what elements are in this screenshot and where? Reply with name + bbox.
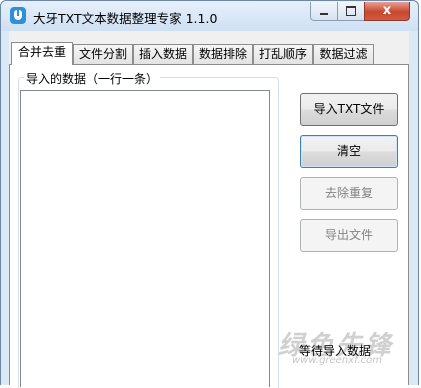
app-tooth-icon [10,7,26,24]
client-area: 合并去重 文件分割 插入数据 数据排除 打乱顺序 数据过滤 导入的数据（一行一条… [9,31,409,388]
import-data-group-label: 导入的数据（一行一条） [24,70,161,87]
app-window: 大牙TXT文本数据整理专家 1.1.0 x 合并去重 文件分割 插入数据 数据排… [0,0,419,388]
import-txt-button[interactable]: 导入TXT文件 [300,93,398,126]
maximize-button[interactable] [337,2,365,21]
tab-strip: 合并去重 文件分割 插入数据 数据排除 打乱顺序 数据过滤 [9,42,409,65]
tab-exclude-data[interactable]: 数据排除 [193,44,253,64]
status-label: 等待导入数据 [299,344,372,358]
tab-data-filter[interactable]: 数据过滤 [313,44,374,64]
imported-data-list[interactable] [20,90,270,387]
tab-merge-dedupe[interactable]: 合并去重 [11,42,73,65]
export-file-button[interactable]: 导出文件 [300,219,398,252]
dedupe-button[interactable]: 去除重复 [300,177,398,210]
close-icon: x [382,3,392,18]
maximize-icon [346,6,356,16]
minimize-button[interactable] [310,2,338,21]
close-button[interactable]: x [364,2,410,21]
tab-shuffle-order[interactable]: 打乱顺序 [253,44,313,64]
window-title: 大牙TXT文本数据整理专家 1.1.0 [33,11,218,26]
title-bar[interactable]: 大牙TXT文本数据整理专家 1.1.0 x [1,1,418,31]
clear-button[interactable]: 清空 [300,135,398,168]
tab-file-split[interactable]: 文件分割 [73,44,133,64]
minimize-icon [320,13,328,15]
tab-insert-data[interactable]: 插入数据 [133,44,193,64]
